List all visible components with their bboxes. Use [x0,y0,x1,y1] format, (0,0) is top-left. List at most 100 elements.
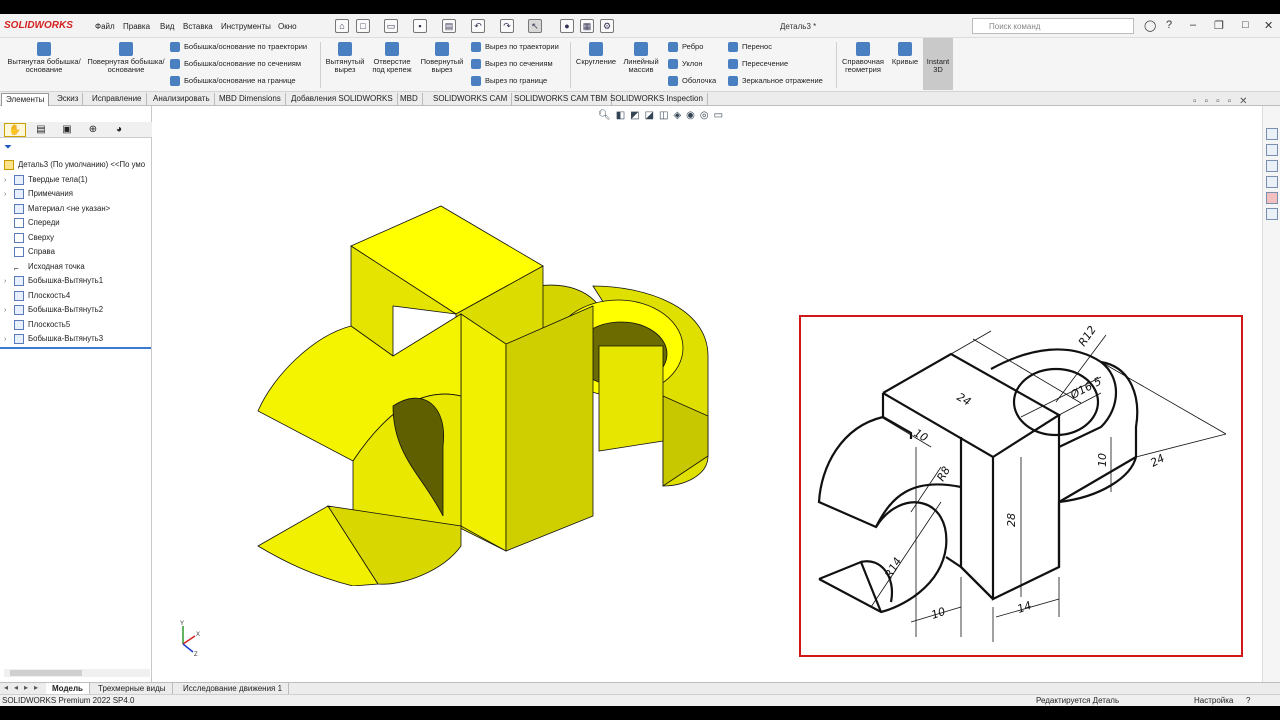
expand-arrow-icon[interactable]: › [4,188,14,201]
revolve-icon [119,42,133,56]
tree-item-solid-bodies[interactable]: › Твердые тела(1) [4,173,88,186]
close-icon[interactable]: ✕ [1264,19,1273,32]
search-commands-input[interactable]: Поиск команд [972,18,1134,34]
tree-item-boss-extrude3[interactable]: › Бобышка-Вытянуть3 [4,332,103,345]
extruded-cut-button[interactable]: Вытянутый вырез [324,42,366,74]
new-document-icon[interactable]: □ [356,19,370,33]
tree-item-material[interactable]: Материал <не указан> [4,202,110,215]
extruded-boss-button[interactable]: Вытянутая бобышка/основание [4,42,84,74]
swept-boss-button[interactable]: Бобышка/основание по траектории [170,42,307,53]
menu-window[interactable]: Окно [278,22,297,31]
menu-file[interactable]: Файл [95,22,115,31]
heads-up-view-toolbar[interactable]: 🔍︎◧◩◪◫◈◉◎▭ [598,110,728,121]
appearances-icon[interactable] [1266,192,1278,204]
tab-solidworks-addins[interactable]: Добавления SOLIDWORKS [287,93,398,106]
reference-geometry-button[interactable]: Справочная геометрия [839,42,887,74]
draft-button[interactable]: Уклон [668,59,703,70]
wrap-icon [728,42,738,53]
menu-edit[interactable]: Правка [123,22,150,31]
feature-tree-tab-icon[interactable]: ✋ [4,123,26,137]
expand-arrow-icon[interactable]: › [4,275,14,288]
help-icon[interactable]: ? [1166,19,1172,31]
maximize-icon[interactable]: □ [1242,19,1249,31]
lofted-cut-button[interactable]: Вырез по сечениям [471,59,553,70]
scrollbar-thumb[interactable] [10,670,82,676]
svg-text:Z: Z [194,652,198,658]
swept-cut-button[interactable]: Вырез по траектории [471,42,559,53]
menu-insert[interactable]: Вставка [183,22,213,31]
minimize-icon[interactable]: – [1190,19,1196,31]
expand-arrow-icon[interactable]: › [4,174,14,187]
wrap-button[interactable]: Перенос [728,42,772,53]
expand-arrow-icon[interactable]: › [4,333,14,346]
3d-model-view[interactable] [243,186,723,586]
tree-item-origin[interactable]: ⌐ Исходная точка [4,260,85,273]
tab-scroll-arrows-icon[interactable]: ◂◂▸▸ [4,683,44,692]
tree-item-top-plane[interactable]: Сверху [4,231,54,244]
configuration-manager-tab-icon[interactable]: ▣ [56,123,78,137]
expand-arrow-icon[interactable]: › [4,304,14,317]
tree-item-annotations[interactable]: › Примечания [4,187,73,200]
dimxpert-tab-icon[interactable]: ⊕ [82,123,104,137]
tab-mbd-dimensions[interactable]: MBD Dimensions [215,93,286,106]
help-status-icon[interactable]: ? [1246,696,1250,705]
restore-icon[interactable]: ❐ [1214,19,1224,32]
display-manager-tab-icon[interactable]: ◕ [108,123,130,137]
tree-root-part[interactable]: Деталь3 (По умолчанию) <<По умо [4,158,145,171]
tab-evaluate[interactable]: Анализировать [149,93,215,106]
tree-item-front-plane[interactable]: Спереди [4,216,60,229]
print-icon[interactable]: ▤ [442,19,456,33]
mirror-button[interactable]: Зеркальное отражение [728,76,823,87]
viewport-window-controls[interactable]: ▫▫▫▫✕ [1193,96,1256,107]
file-explorer-icon[interactable] [1266,160,1278,172]
fillet-button[interactable]: Скругление [573,42,619,66]
revolved-boss-button[interactable]: Повернутая бобышка/основание [86,42,166,74]
tree-horizontal-scrollbar[interactable] [4,669,150,677]
curves-button[interactable]: Кривые [889,42,921,66]
rib-button[interactable]: Ребро [668,42,703,53]
tab-solidworks-cam[interactable]: SOLIDWORKS CAM [429,93,513,106]
status-settings[interactable]: Настройка [1194,696,1233,705]
tab-mbd[interactable]: MBD [396,93,423,106]
account-icon[interactable]: ◯ [1144,19,1156,32]
redo-icon[interactable]: ↷ [500,19,514,33]
tab-solidworks-cam-tbm[interactable]: SOLIDWORKS CAM TBM [510,93,613,106]
solidworks-resources-icon[interactable] [1266,128,1278,140]
design-library-icon[interactable] [1266,144,1278,156]
plane-icon [14,319,24,330]
rollback-bar[interactable] [0,347,151,349]
boundary-boss-button[interactable]: Бобышка/основание на границе [170,76,296,87]
tab-features[interactable]: Элементы [1,93,50,106]
save-icon[interactable]: ▪ [413,19,427,33]
file-properties-icon[interactable]: ▦ [580,19,594,33]
custom-properties-icon[interactable] [1266,208,1278,220]
select-pointer-icon[interactable]: ↖ [528,19,542,33]
boundary-cut-button[interactable]: Вырез по границе [471,76,547,87]
tab-repair[interactable]: Исправление [88,93,147,106]
shell-icon [668,76,678,87]
hole-wizard-button[interactable]: Отверстие под крепеж [368,42,416,74]
shell-button[interactable]: Оболочка [668,76,716,87]
traffic-light-icon[interactable]: ● [560,19,574,33]
menu-tools[interactable]: Инструменты [221,22,271,31]
open-folder-icon[interactable]: ▭ [384,19,398,33]
tab-solidworks-inspection[interactable]: SOLIDWORKS Inspection [606,93,708,106]
tree-item-plane5[interactable]: Плоскость5 [4,318,70,331]
instant3d-button[interactable]: Instant 3D [923,38,953,90]
options-gear-icon[interactable]: ⚙ [600,19,614,33]
menu-view[interactable]: Вид [160,22,174,31]
intersect-button[interactable]: Пересечение [728,59,788,70]
home-icon[interactable]: ⌂ [335,19,349,33]
tab-sketch[interactable]: Эскиз [53,93,84,106]
revolved-cut-button[interactable]: Повернутый вырез [418,42,466,74]
tree-item-boss-extrude2[interactable]: › Бобышка-Вытянуть2 [4,303,103,316]
tree-item-right-plane[interactable]: Справа [4,245,55,258]
linear-pattern-button[interactable]: Линейный массив [620,42,662,74]
view-palette-icon[interactable] [1266,176,1278,188]
lofted-boss-button[interactable]: Бобышка/основание по сечениям [170,59,301,70]
property-manager-tab-icon[interactable]: ▤ [30,123,52,137]
tree-item-boss-extrude1[interactable]: › Бобышка-Вытянуть1 [4,274,103,287]
undo-icon[interactable]: ↶ [471,19,485,33]
filter-icon[interactable]: ⏷ [4,142,12,153]
tree-item-plane4[interactable]: Плоскость4 [4,289,70,302]
